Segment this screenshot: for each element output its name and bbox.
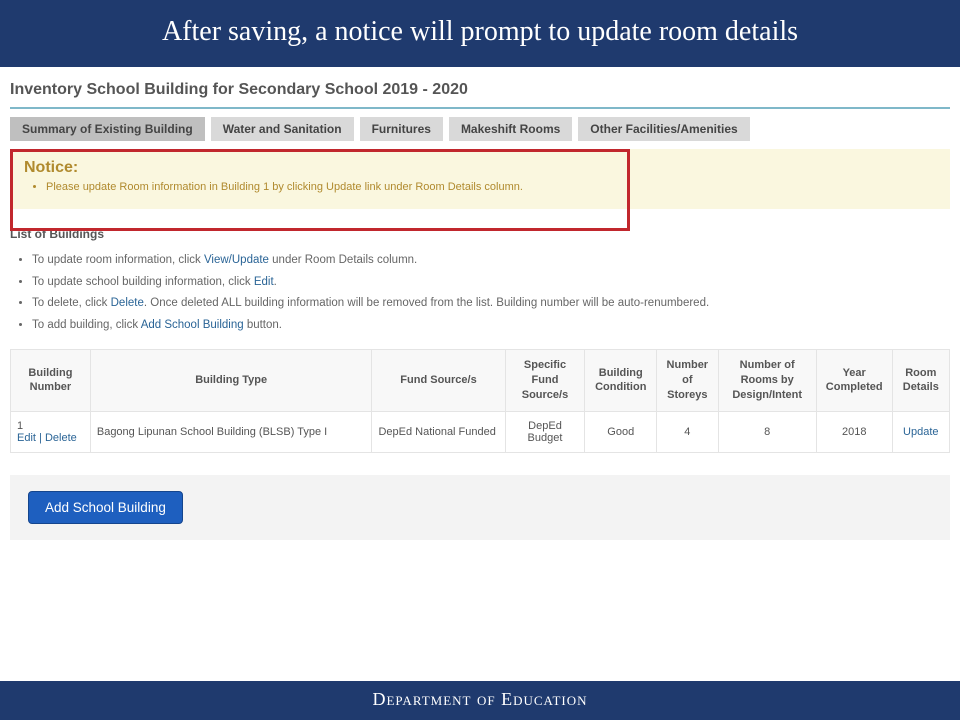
tab-summary[interactable]: Summary of Existing Building xyxy=(10,117,205,141)
buildings-table: Building Number Building Type Fund Sourc… xyxy=(10,349,950,453)
instruction-item: To update school building information, c… xyxy=(32,273,950,293)
col-type: Building Type xyxy=(90,350,372,412)
notice-title: Notice: xyxy=(24,159,936,177)
page-content: Inventory School Building for Secondary … xyxy=(0,67,960,540)
tab-other[interactable]: Other Facilities/Amenities xyxy=(578,117,749,141)
slide-title: After saving, a notice will prompt to up… xyxy=(0,0,960,67)
tab-furnitures[interactable]: Furnitures xyxy=(360,117,443,141)
button-bar: Add School Building xyxy=(10,475,950,540)
col-condition: Building Condition xyxy=(585,350,657,412)
tab-water[interactable]: Water and Sanitation xyxy=(211,117,354,141)
link-add-building[interactable]: Add School Building xyxy=(141,319,244,331)
col-rooms: Number of Rooms by Design/Intent xyxy=(718,350,816,412)
instruction-item: To update room information, click View/U… xyxy=(32,251,950,271)
instruction-item: To add building, click Add School Buildi… xyxy=(32,316,950,336)
cell-year: 2018 xyxy=(816,411,892,452)
cell-condition: Good xyxy=(585,411,657,452)
link-edit[interactable]: Edit xyxy=(254,276,274,288)
col-details: Room Details xyxy=(892,350,949,412)
cell-number: 1 Edit | Delete xyxy=(11,411,91,452)
cell-details: Update xyxy=(892,411,949,452)
section-title: List of Buildings xyxy=(10,227,950,241)
cell-fund: DepEd National Funded xyxy=(372,411,505,452)
link-view-update[interactable]: View/Update xyxy=(204,254,269,266)
tab-makeshift[interactable]: Makeshift Rooms xyxy=(449,117,572,141)
table-header-row: Building Number Building Type Fund Sourc… xyxy=(11,350,950,412)
table-row: 1 Edit | Delete Bagong Lipunan School Bu… xyxy=(11,411,950,452)
col-number: Building Number xyxy=(11,350,91,412)
col-storeys: Number of Storeys xyxy=(657,350,718,412)
col-specific: Specific Fund Source/s xyxy=(505,350,585,412)
col-year: Year Completed xyxy=(816,350,892,412)
instruction-item: To delete, click Delete. Once deleted AL… xyxy=(32,294,950,314)
notice-list: Please update Room information in Buildi… xyxy=(46,181,936,193)
cell-type: Bagong Lipunan School Building (BLSB) Ty… xyxy=(90,411,372,452)
row-edit-link[interactable]: Edit xyxy=(17,432,36,444)
cell-rooms: 8 xyxy=(718,411,816,452)
col-fund: Fund Source/s xyxy=(372,350,505,412)
page-title: Inventory School Building for Secondary … xyxy=(10,81,950,99)
row-update-link[interactable]: Update xyxy=(903,426,938,438)
notice-item: Please update Room information in Buildi… xyxy=(46,181,936,193)
link-delete[interactable]: Delete xyxy=(111,297,144,309)
divider xyxy=(10,107,950,109)
add-school-building-button[interactable]: Add School Building xyxy=(28,491,183,524)
footer: Department of Education xyxy=(0,681,960,720)
cell-specific: DepEd Budget xyxy=(505,411,585,452)
instruction-list: To update room information, click View/U… xyxy=(32,251,950,335)
notice-panel: Notice: Please update Room information i… xyxy=(10,149,950,209)
tabs: Summary of Existing Building Water and S… xyxy=(10,117,950,141)
row-delete-link[interactable]: Delete xyxy=(45,432,77,444)
cell-storeys: 4 xyxy=(657,411,718,452)
